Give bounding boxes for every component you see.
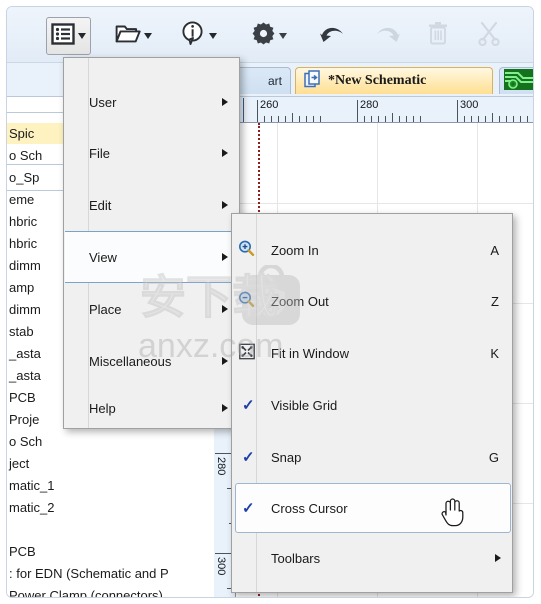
submenu-item-label: Zoom In xyxy=(271,242,319,258)
menu-item-label: View xyxy=(89,249,117,265)
chevron-right-icon xyxy=(222,98,228,106)
tree-item[interactable]: : for EDN (Schematic and P xyxy=(7,563,214,584)
scissors-icon xyxy=(477,21,501,51)
menu-item-edit[interactable]: Edit xyxy=(65,179,240,231)
chevron-right-icon xyxy=(222,149,228,157)
settings-button[interactable] xyxy=(247,17,291,55)
cut-button xyxy=(473,17,505,55)
info-button[interactable] xyxy=(176,17,221,55)
menu-item-label: User xyxy=(89,94,117,110)
chevron-right-icon xyxy=(222,357,228,365)
submenu-item-toolbars[interactable]: Toolbars xyxy=(233,533,513,583)
list-icon xyxy=(51,22,75,51)
ruler-label: 300 xyxy=(460,99,479,111)
tab-label: art xyxy=(267,74,282,88)
chevron-right-icon xyxy=(495,554,501,562)
menu-item-label: Miscellaneous xyxy=(89,353,172,369)
mouse-cursor-hand-icon xyxy=(439,495,465,532)
ruler-label: 280 xyxy=(360,99,379,111)
submenu-item-accel: Z xyxy=(491,293,499,309)
delete-button xyxy=(423,17,453,55)
fit-window-icon xyxy=(239,343,255,363)
gear-icon xyxy=(251,21,276,51)
submenu-item-accel: K xyxy=(490,345,499,361)
chevron-down-icon xyxy=(78,33,86,39)
menu-item-file[interactable]: File xyxy=(65,127,240,179)
chevron-right-icon xyxy=(222,305,228,313)
tree-item[interactable] xyxy=(7,519,214,540)
menu-item-user[interactable]: User xyxy=(65,77,240,127)
menu-item-help[interactable]: Help xyxy=(65,387,240,429)
tab-pcb[interactable] xyxy=(499,67,533,94)
tree-item[interactable]: matic_2 xyxy=(7,497,214,518)
submenu-item-label: Snap xyxy=(271,449,302,465)
menu-item-label: File xyxy=(89,145,110,161)
ruler-label: 260 xyxy=(260,99,279,111)
schematic-sheet-icon xyxy=(304,69,323,93)
tree-item[interactable]: ject xyxy=(7,453,214,474)
checkmark-icon: ✓ xyxy=(242,396,255,414)
tab-new-schematic[interactable]: *New Schematic xyxy=(295,67,493,94)
submenu-item-accel: G xyxy=(488,449,499,465)
trash-icon xyxy=(427,21,449,51)
undo-button[interactable] xyxy=(315,17,351,55)
zoom-out-icon xyxy=(238,291,255,311)
application-window: art *New Schematic 260 280 300 280 300 S… xyxy=(6,6,534,598)
submenu-item-label: Visible Grid xyxy=(271,397,338,413)
tree-item[interactable]: matic_1 xyxy=(7,475,214,496)
submenu-item-label: Fit in Window xyxy=(271,345,350,361)
menu-item-label: Place xyxy=(89,301,122,317)
tree-item[interactable]: Power Clamp (connectors) xyxy=(7,585,214,597)
chevron-right-icon xyxy=(222,404,228,412)
redo-button xyxy=(369,17,405,55)
checkmark-icon: ✓ xyxy=(242,448,255,466)
menu-item-view[interactable]: View xyxy=(65,231,240,283)
checkmark-icon: ✓ xyxy=(242,499,255,517)
menu-item-miscellaneous[interactable]: Miscellaneous xyxy=(65,335,240,387)
submenu-item-visible-grid[interactable]: ✓ Visible Grid xyxy=(233,379,513,431)
menu-item-label: Help xyxy=(89,400,116,416)
submenu-item-label: Cross Cursor xyxy=(271,500,348,516)
main-toolbar xyxy=(7,7,533,63)
chevron-down-icon xyxy=(144,33,152,39)
main-dropdown-menu[interactable]: User File Edit View Place Miscellaneous xyxy=(63,57,240,429)
submenu-item-zoom-out[interactable]: Zoom Out Z xyxy=(233,275,513,327)
tab-label: *New Schematic xyxy=(328,73,427,88)
chevron-down-icon xyxy=(209,33,217,39)
tree-item[interactable]: PCB xyxy=(7,541,214,562)
redo-arrow-icon xyxy=(373,23,401,50)
info-circle-icon xyxy=(180,21,206,51)
view-submenu[interactable]: Zoom In A Zoom Out Z Fit in Window K ✓ V… xyxy=(231,213,513,593)
ruler-label: 300 xyxy=(215,557,227,576)
submenu-item-cross-cursor[interactable]: ✓ Cross Cursor xyxy=(235,483,511,533)
undo-arrow-icon xyxy=(319,23,347,50)
submenu-item-accel: A xyxy=(490,242,499,258)
submenu-item-label: Zoom Out xyxy=(271,293,329,309)
menu-item-place[interactable]: Place xyxy=(65,283,240,335)
submenu-item-fit-in-window[interactable]: Fit in Window K xyxy=(233,327,513,379)
list-menu-button[interactable] xyxy=(46,17,91,55)
tree-item[interactable]: o Sch xyxy=(7,431,214,452)
screenshot-root: art *New Schematic 260 280 300 280 300 S… xyxy=(0,0,541,604)
submenu-item-snap[interactable]: ✓ Snap G xyxy=(233,431,513,483)
menu-item-label: Edit xyxy=(89,197,112,213)
chevron-right-icon xyxy=(222,253,228,261)
zoom-in-icon xyxy=(238,240,255,260)
open-file-button[interactable] xyxy=(111,17,156,55)
chevron-down-icon xyxy=(279,33,287,39)
submenu-item-zoom-in[interactable]: Zoom In A xyxy=(233,225,513,275)
chevron-right-icon xyxy=(222,201,228,209)
folder-open-icon xyxy=(115,23,141,50)
ruler-label: 280 xyxy=(215,457,227,476)
submenu-item-label: Toolbars xyxy=(271,550,321,566)
pcb-board-icon xyxy=(504,69,533,93)
